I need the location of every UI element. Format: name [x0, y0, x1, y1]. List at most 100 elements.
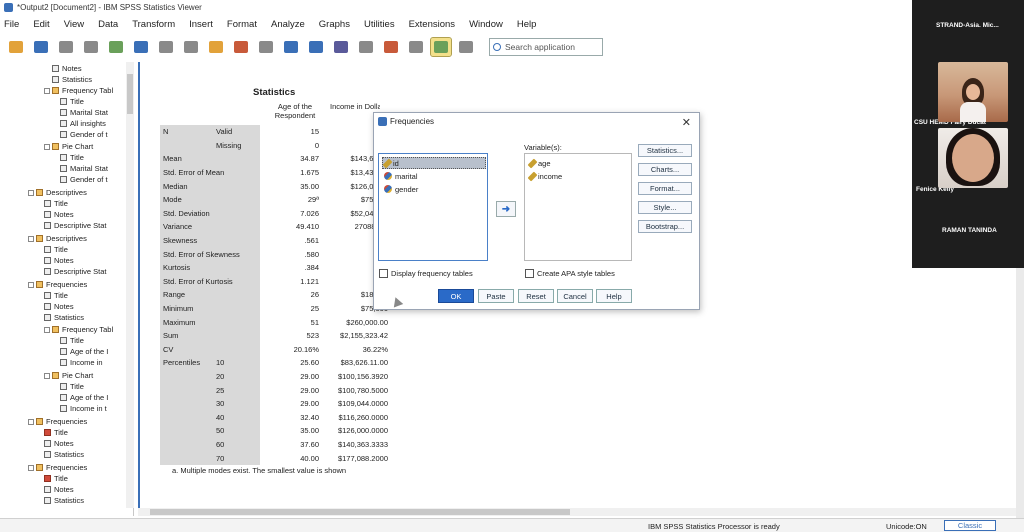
- close-icon[interactable]: ✕: [682, 116, 691, 129]
- open-icon[interactable]: [6, 38, 26, 56]
- undo-icon[interactable]: [156, 38, 176, 56]
- outline-item[interactable]: Pie Chart: [44, 141, 93, 152]
- bootstrap-button[interactable]: Bootstrap...: [638, 220, 692, 233]
- outline-item[interactable]: Gender of t: [60, 129, 108, 140]
- outline-item[interactable]: Notes: [44, 255, 74, 266]
- outline-item[interactable]: Statistics: [52, 74, 92, 85]
- style-button[interactable]: Style...: [638, 201, 692, 214]
- source-variable-list[interactable]: id marital gender: [378, 153, 488, 261]
- outline-item[interactable]: Descriptives: [28, 187, 87, 198]
- outline-item[interactable]: Age of the I: [60, 392, 108, 403]
- outline-item[interactable]: Title: [60, 335, 84, 346]
- classic-mode-button[interactable]: Classic: [944, 520, 996, 531]
- designate-window-icon[interactable]: [356, 38, 376, 56]
- menu-graphs[interactable]: Graphs: [319, 19, 350, 30]
- outline-item[interactable]: Pie Chart: [44, 370, 93, 381]
- outline-item[interactable]: Statistics: [44, 312, 84, 323]
- source-variable-item[interactable]: gender: [382, 183, 486, 195]
- recall-dialog-icon[interactable]: [131, 38, 151, 56]
- menu-extensions[interactable]: Extensions: [409, 19, 455, 30]
- outline-item[interactable]: Title: [44, 427, 68, 438]
- outline-item[interactable]: Title: [60, 96, 84, 107]
- print-preview-icon[interactable]: [81, 38, 101, 56]
- outline-item[interactable]: Income in: [60, 357, 103, 368]
- selected-variable-list[interactable]: age income: [524, 153, 632, 261]
- outline-item[interactable]: Statistics: [44, 495, 84, 506]
- source-variable-item[interactable]: marital: [382, 170, 486, 182]
- menu-transform[interactable]: Transform: [132, 19, 175, 30]
- outline-item[interactable]: Frequencies: [28, 279, 87, 290]
- paste-button[interactable]: Paste: [478, 289, 514, 303]
- source-variable-item[interactable]: id: [382, 157, 486, 169]
- outline-item[interactable]: Income in t: [60, 403, 107, 414]
- checkbox-box[interactable]: [379, 269, 388, 278]
- goto-variable-icon[interactable]: [256, 38, 276, 56]
- scroll-thumb[interactable]: [127, 74, 133, 114]
- menu-analyze[interactable]: Analyze: [271, 19, 305, 30]
- outline-item[interactable]: Title: [44, 473, 68, 484]
- expand-toggle-icon[interactable]: [44, 372, 50, 379]
- charts-button[interactable]: Charts...: [638, 163, 692, 176]
- menu-edit[interactable]: Edit: [33, 19, 49, 30]
- outline-item[interactable]: Frequencies: [28, 416, 87, 427]
- export-icon[interactable]: [106, 38, 126, 56]
- outline-item[interactable]: Frequency Tabl: [44, 85, 113, 96]
- move-variable-button[interactable]: ➜: [496, 201, 516, 217]
- expand-toggle-icon[interactable]: [44, 143, 50, 150]
- outline-pane[interactable]: Notes Statistics Frequency Tabl Title Marita…: [0, 62, 134, 516]
- selected-variable-item[interactable]: income: [527, 170, 632, 182]
- outline-item[interactable]: Title: [60, 381, 84, 392]
- outline-item[interactable]: Age of the I: [60, 346, 108, 357]
- menu-utilities[interactable]: Utilities: [364, 19, 395, 30]
- outline-item[interactable]: Title: [44, 198, 68, 209]
- print-icon[interactable]: [56, 38, 76, 56]
- goto-case-icon[interactable]: [231, 38, 251, 56]
- outline-item[interactable]: Descriptive Stat: [44, 266, 107, 277]
- outline-item[interactable]: Frequency Tabl: [44, 324, 113, 335]
- outline-item[interactable]: Notes: [44, 209, 74, 220]
- format-button[interactable]: Format...: [638, 182, 692, 195]
- select-last-output-icon[interactable]: [331, 38, 351, 56]
- help-button[interactable]: Help: [596, 289, 632, 303]
- outline-item[interactable]: Notes: [44, 438, 74, 449]
- outline-item[interactable]: All insights: [60, 118, 106, 129]
- outline-item[interactable]: Frequencies: [28, 462, 87, 473]
- variables-icon[interactable]: [281, 38, 301, 56]
- outline-item[interactable]: Notes: [44, 301, 74, 312]
- selected-variable-item[interactable]: age: [527, 157, 632, 169]
- expand-toggle-icon[interactable]: [28, 189, 34, 196]
- display-frequency-tables-checkbox[interactable]: Display frequency tables: [379, 269, 473, 278]
- apa-style-checkbox[interactable]: Create APA style tables: [525, 269, 615, 278]
- ok-button[interactable]: OK: [438, 289, 474, 303]
- menu-insert[interactable]: Insert: [189, 19, 213, 30]
- redo-icon[interactable]: [181, 38, 201, 56]
- promote-icon[interactable]: [381, 38, 401, 56]
- outline-item[interactable]: Title: [60, 152, 84, 163]
- expand-toggle-icon[interactable]: [28, 235, 34, 242]
- menu-window[interactable]: Window: [469, 19, 503, 30]
- chart-icon[interactable]: [306, 38, 326, 56]
- outline-item[interactable]: Marital Stat: [60, 163, 108, 174]
- checkbox-box[interactable]: [525, 269, 534, 278]
- outline-item[interactable]: Title: [44, 290, 68, 301]
- expand-toggle-icon[interactable]: [44, 326, 50, 333]
- save-icon[interactable]: [31, 38, 51, 56]
- outline-item[interactable]: Title: [44, 244, 68, 255]
- goto-data-icon[interactable]: [206, 38, 226, 56]
- outline-scrollbar[interactable]: [126, 62, 134, 508]
- menu-data[interactable]: Data: [98, 19, 118, 30]
- outline-item[interactable]: Descriptives: [28, 233, 87, 244]
- menu-view[interactable]: View: [64, 19, 84, 30]
- expand-toggle-icon[interactable]: [28, 464, 34, 471]
- collapse-icon[interactable]: [406, 38, 426, 56]
- insert-text-icon[interactable]: [456, 38, 476, 56]
- outline-item[interactable]: Descriptive Stat: [44, 220, 107, 231]
- expand-toggle-icon[interactable]: [28, 281, 34, 288]
- statistics-button[interactable]: Statistics...: [638, 144, 692, 157]
- outline-item[interactable]: Notes: [44, 484, 74, 495]
- menu-file[interactable]: File: [4, 19, 19, 30]
- outline-item[interactable]: Gender of t: [60, 174, 108, 185]
- cancel-button[interactable]: Cancel: [557, 289, 593, 303]
- outline-item[interactable]: Marital Stat: [60, 107, 108, 118]
- content-horizontal-scrollbar[interactable]: [138, 508, 1016, 516]
